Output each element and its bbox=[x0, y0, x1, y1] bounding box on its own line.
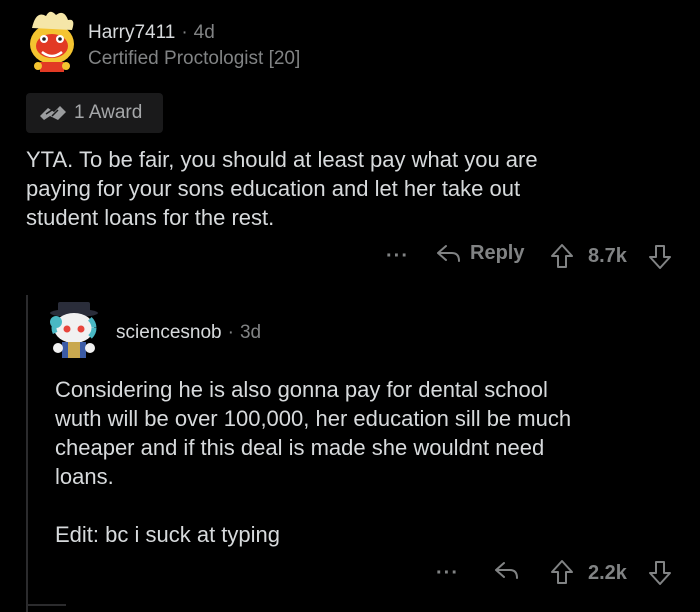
reply-age: 3d bbox=[239, 322, 262, 343]
user-flair: Certified Proctologist [20] bbox=[88, 48, 301, 69]
comment-body: YTA. To be fair, you should at least pay… bbox=[26, 145, 676, 232]
vote-score: 8.7k bbox=[588, 245, 627, 267]
comment-username[interactable]: Harry7411 bbox=[88, 22, 175, 44]
reply-line: loans. bbox=[55, 464, 114, 489]
comment-header: Harry7411 · 4d bbox=[88, 20, 215, 46]
nested-thread-line bbox=[26, 604, 66, 606]
user-avatar[interactable] bbox=[22, 6, 82, 72]
downvote-button[interactable] bbox=[648, 560, 672, 586]
reply-header: sciencesnob · 3d bbox=[116, 320, 261, 346]
comment-line: student loans for the rest. bbox=[26, 205, 275, 230]
upvote-button[interactable] bbox=[550, 243, 574, 269]
thread-line[interactable] bbox=[26, 295, 28, 612]
reply-body: Considering he is also gonna pay for den… bbox=[55, 375, 685, 491]
reply-label: Reply bbox=[470, 242, 525, 264]
snoo-avatar-icon bbox=[50, 302, 98, 358]
upvote-arrow-icon bbox=[551, 244, 573, 268]
comment-age: 4d bbox=[193, 22, 215, 43]
upvote-arrow-icon bbox=[551, 560, 573, 584]
separator-dot: · bbox=[181, 22, 188, 43]
award-badge[interactable]: 1 Award bbox=[26, 93, 163, 133]
reply-arrow-icon bbox=[495, 562, 518, 579]
snoo-avatar-icon bbox=[30, 11, 74, 72]
award-label: 1 Award bbox=[74, 102, 143, 123]
more-options-button[interactable]: ··· bbox=[386, 245, 409, 268]
reply-username[interactable]: sciencesnob bbox=[116, 322, 222, 344]
award-hands-icon bbox=[38, 102, 68, 124]
downvote-arrow-icon bbox=[649, 561, 671, 585]
upvote-button[interactable] bbox=[550, 559, 574, 585]
comment-line: paying for your sons education and let h… bbox=[26, 176, 521, 201]
reply-line: cheaper and if this deal is made she wou… bbox=[55, 435, 545, 460]
separator-dot: · bbox=[227, 322, 234, 343]
reply-button[interactable]: Reply bbox=[436, 242, 524, 265]
reply-line: Considering he is also gonna pay for den… bbox=[55, 377, 548, 402]
reply-avatar[interactable] bbox=[44, 296, 106, 362]
reply-line: wuth will be over 100,000, her education… bbox=[55, 406, 572, 431]
more-options-button[interactable]: ··· bbox=[436, 562, 459, 585]
downvote-arrow-icon bbox=[649, 245, 671, 269]
reply-arrow-icon bbox=[436, 243, 462, 265]
vote-score: 2.2k bbox=[588, 562, 627, 584]
reply-edit-note: Edit: bc i suck at typing bbox=[55, 522, 280, 547]
reply-button[interactable] bbox=[494, 560, 520, 582]
comment-line: YTA. To be fair, you should at least pay… bbox=[26, 147, 538, 172]
downvote-button[interactable] bbox=[648, 244, 672, 270]
